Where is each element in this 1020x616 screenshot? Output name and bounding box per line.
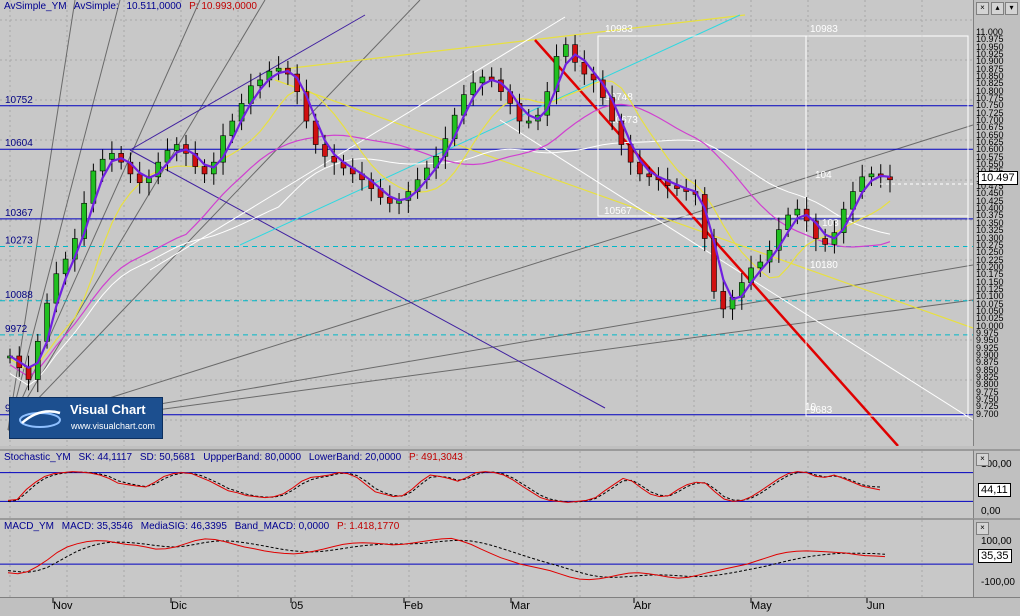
channel-line: [129, 14, 366, 151]
macd-last-label: 35,35: [978, 549, 1012, 563]
candle-body: [720, 291, 727, 310]
close-macd-button[interactable]: ×: [976, 522, 989, 535]
macd-name: MACD_YM: [4, 521, 55, 532]
month-dic: Dic: [171, 600, 187, 612]
macd-price: P: 1.418,1770: [336, 521, 400, 532]
candle-body: [322, 144, 328, 157]
macd-value: MACD: 35,3546: [61, 521, 133, 532]
candle-body: [562, 44, 569, 57]
month-abr: Abr: [634, 600, 652, 612]
candle-body: [822, 238, 828, 245]
white-trend: [499, 119, 973, 421]
macd-pane[interactable]: MACD_YM MACD: 35,3546 MediaSIG: 46,3395 …: [0, 518, 973, 599]
candle-body: [479, 76, 486, 84]
stochastic-price: P: 491,3043: [408, 452, 463, 463]
last-price-label: 10.497: [978, 171, 1018, 185]
candle-body: [62, 258, 69, 275]
close-pane-button[interactable]: ×: [976, 2, 989, 15]
stochastic-name: Stochastic_YM: [4, 452, 71, 463]
stochastic-sd: SD: 50,5681: [139, 452, 196, 463]
logo-title: Visual Chart: [70, 402, 146, 417]
price-annotation: 10180: [810, 260, 838, 271]
level-label: 10273: [5, 235, 33, 246]
candle-body: [470, 82, 476, 95]
stochastic-lower-band: LowerBand: 20,0000: [308, 452, 402, 463]
scroll-up-button[interactable]: ▴: [991, 2, 1004, 15]
candle-body: [136, 173, 143, 184]
macd-line: [7, 537, 886, 581]
candle-body: [25, 367, 32, 380]
candle-body: [637, 161, 643, 175]
macd-tick-bottom: -100,00: [981, 577, 1015, 588]
macd-header: MACD_YM MACD: 35,3546 MediaSIG: 46,3395 …: [4, 521, 404, 532]
candle-body: [173, 144, 180, 151]
stochastic-upper-band: UppperBand: 80,0000: [203, 452, 302, 463]
price-chart-header: AvSimple_YM AvSimple: 10.511,0000 P: 10.…: [4, 1, 262, 12]
candle-body: [525, 120, 532, 124]
range-box: [597, 35, 969, 217]
white-trend: [149, 16, 566, 271]
candle-body: [646, 173, 652, 178]
candle-body: [257, 79, 263, 87]
stochastic-last-label: 44,11: [978, 483, 1011, 497]
indicator-name: AvSimple_YM: [4, 1, 67, 12]
indicator-value: 10.511,0000: [126, 1, 182, 12]
level-label: 10604: [5, 138, 33, 149]
candle-body: [757, 261, 764, 269]
level-label: 10752: [5, 95, 33, 106]
price-chart-pane[interactable]: 10752 10604 10367 10273 10088 9972 9 10983 10983…: [0, 0, 973, 446]
indicator-price: P: 10.993,0000: [189, 1, 257, 12]
price-axis-tick: 9.700: [976, 408, 999, 419]
price-annotation: 10567: [604, 206, 632, 217]
candle-body: [275, 67, 282, 72]
fan-line: [7, 0, 421, 431]
scroll-down-button[interactable]: ▾: [1005, 2, 1018, 15]
indicator-label: AvSimple:: [73, 1, 119, 12]
close-stochastic-button[interactable]: ×: [976, 453, 989, 466]
month-may: May: [751, 600, 772, 612]
price-axis[interactable]: × ▴ ▾ 11.000 10.975 10.950 10.925 10.900 10.8…: [973, 0, 1020, 446]
fan-line: [7, 0, 266, 431]
logo-url: www.visualchart.com: [71, 421, 156, 431]
price-chart[interactable]: 10752106041036710273100889972910983 10983…: [0, 0, 973, 446]
moving-average-yellow: [9, 80, 891, 372]
price-annotation: 10983: [605, 24, 633, 35]
stochastic-header: Stochastic_YM SK: 44,1117 SD: 50,5681 Up…: [4, 452, 468, 463]
level-label: 9972: [5, 324, 28, 335]
candle-body: [201, 166, 208, 175]
month-feb: Feb: [404, 600, 423, 612]
avsimple-line: [9, 53, 891, 369]
logo-swoosh-icon: [19, 410, 61, 428]
stochastic-pane[interactable]: Stochastic_YM SK: 44,1117 SD: 50,5681 Up…: [0, 449, 973, 518]
macd-signal: MediaSIG: 46,3395: [140, 521, 227, 532]
candle-body: [794, 208, 801, 216]
candle-body: [99, 158, 106, 172]
price-annotation: 104: [815, 170, 832, 181]
price-annotation: 10: [805, 402, 817, 413]
level-label: 10088: [5, 290, 33, 301]
price-annotation: 10983: [810, 24, 838, 35]
level-label: 10367: [5, 208, 33, 219]
month-nov: Nov: [53, 600, 73, 612]
candle-body: [868, 173, 875, 178]
visual-chart-logo: Visual Chart www.visualchart.com: [9, 397, 163, 439]
stoch-tick-bottom: 0,00: [981, 506, 1001, 517]
month-jun: Jun: [867, 600, 885, 612]
macd-tick-top: 100,00: [981, 536, 1012, 547]
time-axis[interactable]: Nov Dic 05 Feb Mar Abr May Jun: [0, 597, 1020, 616]
month-05: 05: [291, 600, 304, 612]
price-annotation: 103: [822, 218, 839, 229]
macd-band: Band_MACD: 0,0000: [234, 521, 330, 532]
yellow-trend: [274, 14, 746, 71]
month-mar: Mar: [511, 600, 530, 612]
candle-body: [109, 153, 115, 160]
stochastic-sk: SK: 44,1117: [78, 452, 133, 463]
stochastic-sk-line: [7, 471, 881, 503]
